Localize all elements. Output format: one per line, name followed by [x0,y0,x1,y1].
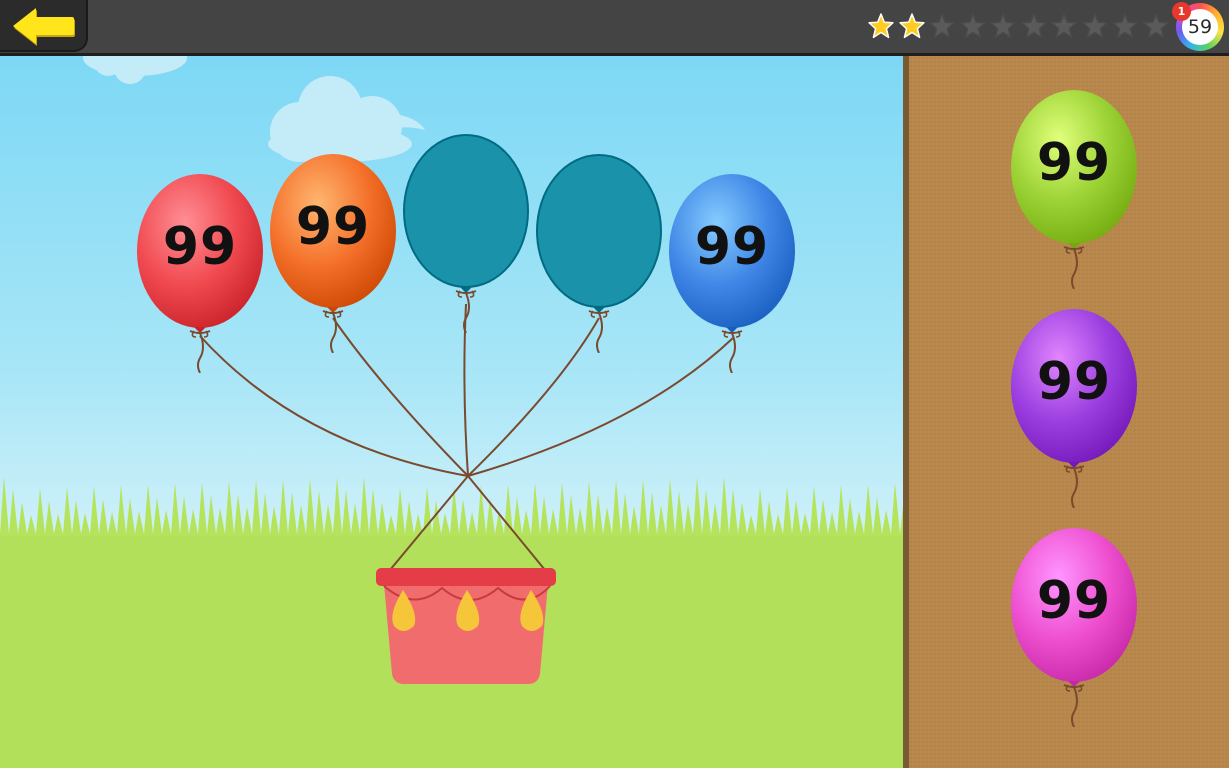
basket-balloon: 99 [136,173,264,373]
star-filled-icon [866,10,897,42]
back-button[interactable] [0,0,88,52]
star-empty-icon [927,10,958,42]
choice-balloon[interactable]: 99 [1010,527,1138,727]
star-empty-icon [1080,10,1111,42]
basket-balloon: 99 [269,153,397,353]
top-bar: 59 1 [0,0,1229,56]
star-progress [866,10,1171,42]
choice-balloon[interactable]: 99 [1010,89,1138,289]
star-empty-icon [1110,10,1141,42]
empty-balloon-slot[interactable] [402,133,530,333]
basket-balloon: 99 [668,173,796,373]
choices-panel: 99 99 99 [903,56,1229,768]
star-empty-icon [958,10,989,42]
choice-balloon[interactable]: 99 [1010,308,1138,508]
star-empty-icon [1141,10,1172,42]
star-empty-icon [988,10,1019,42]
star-empty-icon [1019,10,1050,42]
arrow-left-icon [13,8,75,46]
star-empty-icon [1049,10,1080,42]
empty-balloon-slot[interactable] [535,153,663,353]
play-scene: 99 99 99 [0,56,903,768]
notification-badge: 1 [1172,2,1191,21]
basket [374,564,558,686]
star-filled-icon [897,10,928,42]
